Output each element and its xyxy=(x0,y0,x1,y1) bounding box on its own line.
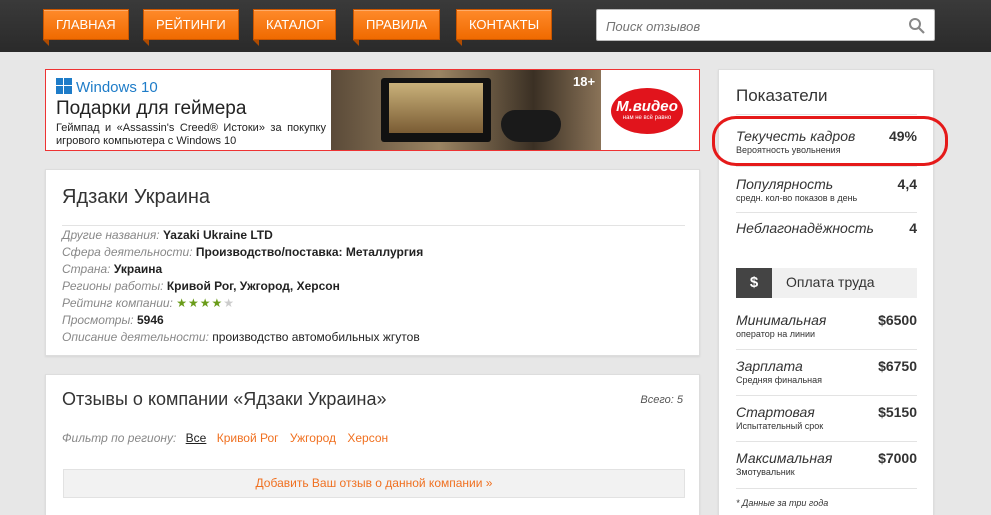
rating-stars: ★★★★★ xyxy=(176,296,235,310)
region-filter: Фильтр по региону: Все Кривой Рог Ужгоро… xyxy=(62,431,396,445)
company-info: Другие названия: Yazaki Ukraine LTD Сфер… xyxy=(62,227,423,346)
info-row-alt-names: Другие названия: Yazaki Ukraine LTD xyxy=(62,228,273,242)
indicators-sidebar: Показатели Текучесть кадров Вероятность … xyxy=(718,69,934,515)
info-row-regions: Регионы работы: Кривой Рог, Ужгород, Хер… xyxy=(62,279,340,293)
sidebar-title: Показатели xyxy=(736,86,828,105)
banner-text: Геймпад и «Assassin's Creed® Истоки» за … xyxy=(56,122,326,147)
nav-home[interactable]: ГЛАВНАЯ xyxy=(43,9,129,46)
salary-header: $ Оплата труда xyxy=(736,268,917,298)
info-row-views: Просмотры: 5946 xyxy=(62,313,164,327)
windows-brand-text: Windows 10 xyxy=(76,79,158,96)
star-icon: ★ xyxy=(199,296,212,310)
mvideo-logo-text: М.видео xyxy=(616,98,678,115)
filter-all[interactable]: Все xyxy=(186,431,207,445)
info-row-country: Страна: Украина xyxy=(62,262,163,276)
search-box xyxy=(596,9,935,41)
banner-headline: Подарки для геймера xyxy=(56,98,247,119)
windows-logo-icon xyxy=(56,78,72,94)
windows-brand: Windows 10 xyxy=(56,78,158,96)
company-title: Ядзаки Украина xyxy=(62,186,211,208)
company-card: Ядзаки Украина Другие названия: Yazaki U… xyxy=(45,169,700,356)
metric-popularity: Популярность средн. кол-во показов в ден… xyxy=(736,176,917,203)
gamepad-image xyxy=(501,110,561,142)
filter-region-uzhhorod[interactable]: Ужгород xyxy=(290,431,336,445)
nav-catalog[interactable]: КАТАЛОГ xyxy=(253,9,337,46)
filter-region-kryvyi-rih[interactable]: Кривой Рог xyxy=(217,431,279,445)
info-row-description: Описание деятельности: производство авто… xyxy=(62,330,420,344)
search-icon[interactable] xyxy=(908,17,926,35)
divider xyxy=(736,349,917,350)
metric-unreliability: Неблагонадёжность 4 xyxy=(736,220,917,236)
filter-region-kherson[interactable]: Херсон xyxy=(347,431,388,445)
star-icon: ★ xyxy=(223,296,236,310)
money-bag-icon: $ xyxy=(736,268,772,298)
ad-banner[interactable]: Windows 10 Подарки для геймера Геймпад и… xyxy=(45,69,700,151)
info-row-sphere: Сфера деятельности: Производство/поставк… xyxy=(62,245,424,259)
mvideo-logo: М.видео нам не всё равно xyxy=(611,88,683,134)
reviews-total: Всего: 5 xyxy=(640,394,683,406)
divider xyxy=(736,166,917,167)
top-bar: ГЛАВНАЯ РЕЙТИНГИ КАТАЛОГ ПРАВИЛА КОНТАКТ… xyxy=(0,0,991,52)
divider xyxy=(736,212,917,213)
star-icon: ★ xyxy=(211,296,224,310)
divider xyxy=(62,225,685,226)
salary-maximal: Максимальная Змотувальник $7000 xyxy=(736,450,917,477)
metric-turnover: Текучесть кадров Вероятность увольнения … xyxy=(736,128,917,155)
nav-rules[interactable]: ПРАВИЛА xyxy=(353,9,441,46)
salary-title: Оплата труда xyxy=(786,274,875,290)
reviews-card: Отзывы о компании «Ядзаки Украина» Всего… xyxy=(45,374,700,515)
filter-label: Фильтр по региону: xyxy=(62,431,177,445)
salary-starting: Стартовая Испытательный срок $5150 xyxy=(736,404,917,431)
divider xyxy=(736,395,917,396)
nav-contacts[interactable]: КОНТАКТЫ xyxy=(456,9,553,46)
nav-ratings[interactable]: РЕЙТИНГИ xyxy=(143,9,239,46)
laptop-screen-image xyxy=(389,83,483,133)
info-row-rating: Рейтинг компании: ★★★★★ xyxy=(62,296,236,310)
divider xyxy=(736,441,917,442)
salary-note: * Данные за три года xyxy=(736,498,829,508)
add-review-button[interactable]: Добавить Ваш отзыв о данной компании » xyxy=(63,469,685,498)
search-input[interactable] xyxy=(606,16,896,36)
divider xyxy=(736,488,917,489)
star-icon: ★ xyxy=(176,296,188,310)
divider xyxy=(736,114,917,115)
mvideo-slogan: нам не всё равно xyxy=(622,115,672,121)
reviews-title: Отзывы о компании «Ядзаки Украина» xyxy=(62,389,387,409)
salary-minimal: Минимальная оператор на линии $6500 xyxy=(736,312,917,339)
salary-average: Зарплата Средняя финальная $6750 xyxy=(736,358,917,385)
age-rating: 18+ xyxy=(573,74,596,89)
star-icon: ★ xyxy=(187,296,200,310)
